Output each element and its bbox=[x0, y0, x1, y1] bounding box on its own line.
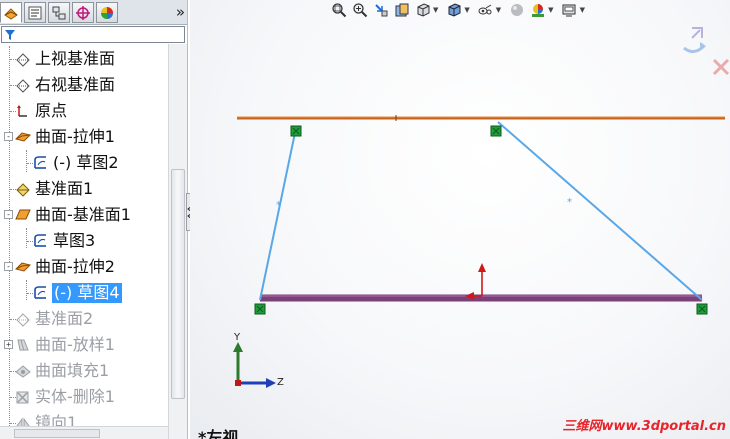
tree-item-plane2[interactable]: 基准面2 bbox=[0, 306, 170, 332]
feature-tree-icon bbox=[4, 7, 18, 20]
featuremanager-tab[interactable] bbox=[0, 2, 22, 23]
tree-item-delete-body1[interactable]: 实体-删除1 bbox=[0, 384, 170, 410]
delete-body-icon bbox=[16, 391, 29, 404]
surface-fill-icon bbox=[15, 365, 31, 378]
surface-loft-icon bbox=[17, 339, 29, 351]
sketch-origin-icon[interactable] bbox=[465, 263, 486, 300]
dimxpert-target-icon bbox=[76, 5, 90, 20]
tree-item-sketch3[interactable]: 草图3 bbox=[0, 228, 170, 254]
tree-item-label: 曲面-拉伸2 bbox=[35, 257, 115, 276]
tree-item-label: 基准面2 bbox=[35, 309, 94, 328]
tree-filter-input[interactable] bbox=[1, 26, 185, 43]
tree-item-label: (-) 草图2 bbox=[53, 153, 119, 172]
tree-horizontal-scrollbar[interactable] bbox=[0, 426, 168, 439]
tree-item-label: 实体-删除1 bbox=[35, 387, 115, 406]
propertymanager-tab[interactable] bbox=[24, 2, 46, 23]
plane-icon bbox=[16, 79, 30, 93]
triad-z-label: Z bbox=[277, 377, 284, 388]
tree-vertical-scrollbar[interactable] bbox=[168, 44, 187, 439]
tree-item-label: 上视基准面 bbox=[35, 49, 116, 68]
planar-surface-icon bbox=[15, 209, 31, 220]
sketch-endpoint[interactable] bbox=[290, 125, 302, 137]
tree-item-label: 原点 bbox=[35, 101, 68, 120]
property-manager-icon bbox=[28, 6, 42, 19]
sketch-endpoint[interactable] bbox=[254, 303, 266, 315]
expand-toggle[interactable]: + bbox=[4, 340, 13, 349]
tree-item-label: 曲面-放样1 bbox=[35, 335, 115, 354]
sketch-endpoint[interactable] bbox=[696, 303, 708, 315]
tree-item-label: 曲面-基准面1 bbox=[35, 205, 131, 224]
plane-icon bbox=[16, 313, 30, 327]
collapse-toggle[interactable]: - bbox=[4, 262, 13, 271]
display-manager-tab[interactable] bbox=[96, 2, 118, 23]
reference-plane-icon bbox=[16, 183, 30, 197]
midpoint-marker: * bbox=[276, 200, 281, 211]
tree-item-planar-surface1[interactable]: - 曲面-基准面1 bbox=[0, 202, 170, 228]
tree-item-surface-extrude1[interactable]: - 曲面-拉伸1 bbox=[0, 124, 170, 150]
dimxpert-tab[interactable] bbox=[72, 2, 94, 23]
sketch-icon bbox=[34, 286, 46, 299]
tree-item-label: 曲面填充1 bbox=[35, 361, 110, 380]
tree-item-label: (-) 草图4 bbox=[52, 283, 122, 303]
surface-extrude-icon bbox=[15, 262, 31, 272]
plane-icon bbox=[16, 53, 30, 67]
right-sketch-arc[interactable] bbox=[497, 121, 703, 301]
origin-icon bbox=[17, 105, 27, 117]
tree-item-surface-extrude2[interactable]: - 曲面-拉伸2 bbox=[0, 254, 170, 280]
feature-manager-panel: » 上视基准面 右视基准面 原点 - 曲面-拉伸1 (-) 草图2 基准面1 -… bbox=[0, 0, 188, 439]
tree-item-sketch4[interactable]: (-) 草图4 bbox=[0, 280, 170, 306]
sketch-endpoint[interactable] bbox=[490, 125, 502, 137]
scrollbar-thumb[interactable] bbox=[14, 429, 100, 438]
surface-extrude-icon bbox=[15, 132, 31, 142]
tree-item-label: 右视基准面 bbox=[35, 75, 116, 94]
tree-item-origin[interactable]: 原点 bbox=[0, 98, 170, 124]
midpoint-marker: * bbox=[567, 197, 572, 208]
tree-item-plane1[interactable]: 基准面1 bbox=[0, 176, 170, 202]
sketch-icon bbox=[34, 156, 46, 169]
view-orientation-label: *左视 bbox=[198, 428, 239, 439]
tree-item-label: 曲面-拉伸1 bbox=[35, 127, 115, 146]
coordinate-triad bbox=[233, 342, 276, 388]
tree-item-right-plane[interactable]: 右视基准面 bbox=[0, 72, 170, 98]
tab-expand-button[interactable]: » bbox=[176, 3, 185, 21]
sketch-icon bbox=[34, 234, 46, 247]
collapse-toggle[interactable]: - bbox=[4, 210, 13, 219]
tree-item-surface-fill1[interactable]: 曲面填充1 bbox=[0, 358, 170, 384]
filter-funnel-icon bbox=[5, 30, 15, 40]
configuration-icon bbox=[52, 6, 66, 19]
appearance-sphere-icon bbox=[101, 6, 113, 19]
tree-item-label: 基准面1 bbox=[35, 179, 94, 198]
watermark-text: 三维网www.3dportal.cn bbox=[562, 419, 726, 434]
tree-item-sketch2[interactable]: (-) 草图2 bbox=[0, 150, 170, 176]
sketch-canvas: * * Y Z bbox=[233, 115, 725, 388]
tree-filter-row bbox=[0, 25, 187, 44]
triad-y-label: Y bbox=[233, 332, 241, 343]
tree-item-label: 草图3 bbox=[53, 231, 96, 250]
tree-item-top-plane[interactable]: 上视基准面 bbox=[0, 46, 170, 72]
configurationmanager-tab[interactable] bbox=[48, 2, 70, 23]
scrollbar-thumb[interactable] bbox=[171, 169, 185, 399]
panel-tab-bar: » bbox=[0, 0, 187, 25]
left-sketch-line[interactable] bbox=[259, 127, 297, 301]
tree-item-surface-loft1[interactable]: + 曲面-放样1 bbox=[0, 332, 170, 358]
collapse-toggle[interactable]: - bbox=[4, 132, 13, 141]
graphics-area[interactable]: ▼ ▼ ▼ ▼ ▼ * * Y Z *左视 三维网www.3dportal.cn bbox=[190, 0, 730, 439]
